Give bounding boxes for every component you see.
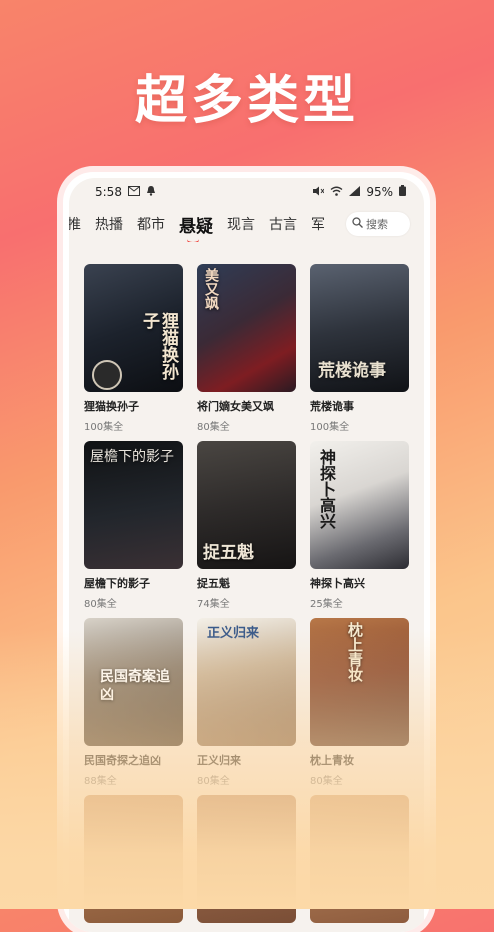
tab-urban[interactable]: 都市 — [137, 214, 165, 234]
mute-icon — [312, 185, 325, 199]
drama-poster[interactable]: 捉五魁 — [197, 441, 296, 569]
drama-card[interactable]: 神探卜高兴 神探卜高兴 25集全 — [310, 441, 409, 610]
search-button[interactable]: 搜索 — [346, 212, 410, 236]
drama-episodes: 88集全 — [84, 776, 117, 787]
drama-title: 屋檐下的影子 — [84, 577, 150, 590]
signal-icon — [349, 185, 361, 199]
drama-card[interactable]: 狸猫换孙子 狸猫换孙子 100集全 — [84, 264, 183, 433]
drama-poster[interactable]: 正义归来 — [197, 618, 296, 746]
drama-episodes: 80集全 — [84, 599, 117, 610]
drama-episodes: 80集全 — [197, 422, 230, 433]
tab-suspense[interactable]: 悬疑 — [179, 212, 213, 242]
drama-card[interactable]: 捉五魁 捉五魁 74集全 — [197, 441, 296, 610]
drama-card[interactable] — [197, 795, 296, 923]
battery-icon — [399, 185, 406, 199]
notification-icon — [146, 185, 156, 199]
drama-card[interactable]: 屋檐下的影子 屋檐下的影子 80集全 — [84, 441, 183, 610]
drama-title: 枕上青妆 — [310, 754, 354, 767]
drama-title: 将门嫡女美又飒 — [197, 400, 274, 413]
search-icon — [352, 217, 366, 231]
drama-episodes: 100集全 — [84, 422, 124, 433]
wifi-icon — [330, 185, 343, 199]
drama-card[interactable]: 荒楼诡事 荒楼诡事 100集全 — [310, 264, 409, 433]
drama-poster[interactable]: 枕上青妆 — [310, 618, 409, 746]
search-label: 搜索 — [366, 218, 388, 231]
mail-icon — [127, 185, 140, 199]
drama-poster[interactable] — [310, 795, 409, 923]
tab-military[interactable]: 军 — [311, 214, 325, 234]
drama-card[interactable] — [84, 795, 183, 923]
drama-card[interactable]: 枕上青妆 枕上青妆 80集全 — [310, 618, 409, 787]
phone-frame: 5:58 95% 推 热播 都市 悬疑 现言 古言 军 搜索 狸猫换孙子 狸猫换… — [63, 172, 430, 932]
tab-ancient-romance[interactable]: 古言 — [269, 214, 297, 234]
tab-hot[interactable]: 热播 — [95, 214, 123, 234]
drama-episodes: 80集全 — [197, 776, 230, 787]
drama-poster[interactable]: 狸猫换孙子 — [84, 264, 183, 392]
drama-grid: 狸猫换孙子 狸猫换孙子 100集全 美又飒 将门嫡女美又飒 80集全 荒楼诡事 … — [84, 264, 409, 923]
drama-poster[interactable]: 神探卜高兴 — [310, 441, 409, 569]
tab-recommend[interactable]: 推 — [69, 214, 81, 234]
drama-poster[interactable]: 美又飒 — [197, 264, 296, 392]
drama-title: 神探卜高兴 — [310, 577, 365, 590]
drama-poster[interactable]: 屋檐下的影子 — [84, 441, 183, 569]
drama-card[interactable]: 民国奇案追凶 民国奇探之追凶 88集全 — [84, 618, 183, 787]
drama-episodes: 25集全 — [310, 599, 343, 610]
drama-title: 民国奇探之追凶 — [84, 754, 161, 767]
drama-title: 荒楼诡事 — [310, 400, 354, 413]
drama-card[interactable] — [310, 795, 409, 923]
drama-poster[interactable] — [197, 795, 296, 923]
drama-poster[interactable]: 民国奇案追凶 — [84, 618, 183, 746]
hero-title: 超多类型 — [134, 71, 359, 131]
drama-title: 捉五魁 — [197, 577, 230, 590]
app-screen: 5:58 95% 推 热播 都市 悬疑 现言 古言 军 搜索 狸猫换孙子 狸猫换… — [69, 178, 424, 932]
drama-card[interactable]: 美又飒 将门嫡女美又飒 80集全 — [197, 264, 296, 433]
drama-episodes: 74集全 — [197, 599, 230, 610]
battery-level: 95% — [366, 185, 393, 199]
drama-episodes: 100集全 — [310, 422, 350, 433]
drama-episodes: 80集全 — [310, 776, 343, 787]
drama-poster[interactable]: 荒楼诡事 — [310, 264, 409, 392]
drama-card[interactable]: 正义归来 正义归来 80集全 — [197, 618, 296, 787]
status-time: 5:58 — [95, 185, 122, 199]
drama-poster[interactable] — [84, 795, 183, 923]
drama-title: 正义归来 — [197, 754, 241, 767]
status-bar: 5:58 95% — [69, 178, 424, 206]
tab-modern-romance[interactable]: 现言 — [227, 214, 255, 234]
category-tabs: 推 热播 都市 悬疑 现言 古言 军 搜索 — [69, 206, 424, 242]
drama-title: 狸猫换孙子 — [84, 400, 139, 413]
